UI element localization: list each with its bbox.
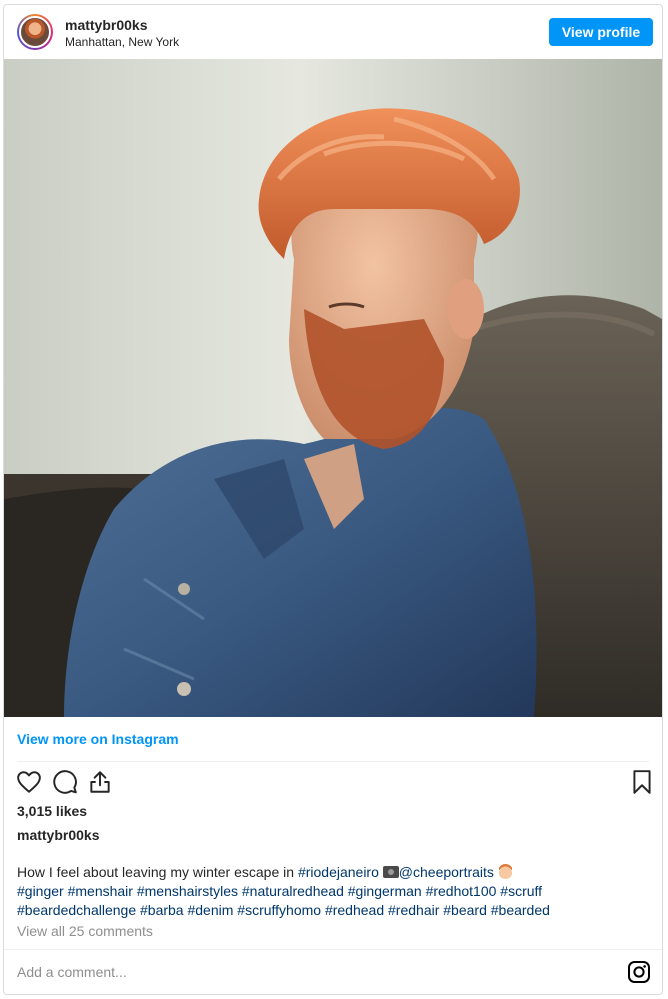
view-profile-button[interactable]: View profile — [549, 18, 653, 46]
post-photo-illustration — [4, 59, 662, 717]
divider — [4, 949, 662, 950]
hashtag-link[interactable]: #riodejaneiro — [298, 864, 379, 880]
post-caption: How I feel about leaving my winter escap… — [17, 863, 657, 920]
like-count[interactable]: 3,015 likes — [17, 803, 87, 819]
caption-username[interactable]: mattybr00ks — [17, 827, 100, 843]
hashtags-line[interactable]: #beardedchallenge #barba #denim #scruffy… — [17, 902, 550, 918]
post-photo[interactable] — [4, 59, 662, 717]
bookmark-icon[interactable] — [629, 769, 655, 795]
view-all-comments-link[interactable]: View all 25 comments — [17, 923, 153, 939]
instagram-embed-card: mattybr00ks Manhattan, New York View pro… — [3, 4, 663, 995]
heart-icon[interactable] — [16, 769, 42, 795]
instagram-icon[interactable] — [627, 960, 651, 984]
action-bar — [4, 767, 662, 799]
post-header: mattybr00ks Manhattan, New York View pro… — [4, 5, 662, 59]
avatar-image — [19, 16, 51, 48]
view-more-link[interactable]: View more on Instagram — [17, 731, 179, 747]
add-comment-input[interactable]: Add a comment... — [17, 964, 127, 980]
avatar[interactable] — [17, 14, 53, 50]
divider — [17, 761, 649, 762]
location[interactable]: Manhattan, New York — [65, 35, 179, 49]
camera-emoji-icon — [382, 866, 399, 878]
mention-link[interactable]: @cheeportraits — [399, 864, 494, 880]
share-icon[interactable] — [87, 769, 113, 795]
username[interactable]: mattybr00ks — [65, 17, 148, 33]
caption-text: How I feel about leaving my winter escap… — [17, 864, 295, 880]
comment-icon[interactable] — [52, 769, 78, 795]
hashtags-line[interactable]: #ginger #menshair #menshairstyles #natur… — [17, 883, 542, 899]
redhead-emoji-icon — [497, 864, 513, 879]
